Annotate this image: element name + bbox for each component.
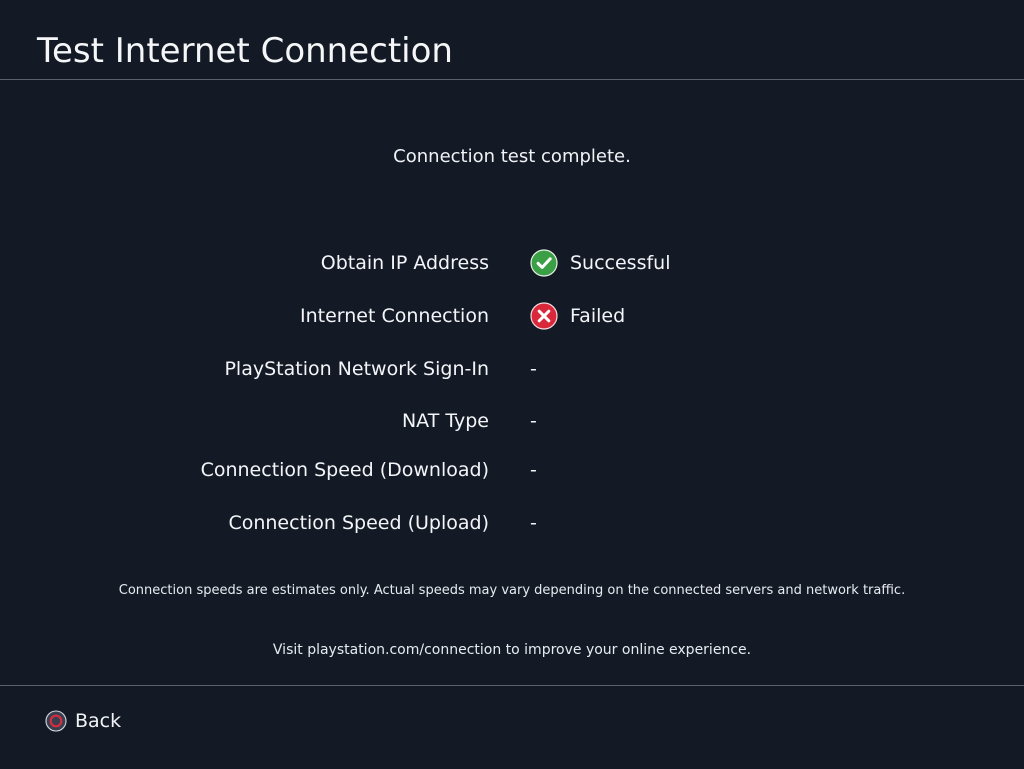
connection-help-note: Visit playstation.com/connection to impr… [272, 642, 752, 658]
result-value-internet-connection: Failed [570, 305, 626, 327]
speed-estimate-note: Connection speeds are estimates only. Ac… [118, 583, 906, 598]
result-value-connection-speed-upload: - [530, 512, 537, 534]
result-row-obtain-ip-address: Obtain IP Address Successful [0, 248, 1024, 278]
result-row-connection-speed-upload: Connection Speed (Upload) - [0, 508, 1024, 538]
back-button[interactable]: Back [45, 707, 121, 735]
result-label-nat-type: NAT Type [401, 410, 489, 432]
result-row-internet-connection: Internet Connection Failed [0, 301, 1024, 331]
result-value-obtain-ip-address: Successful [570, 252, 671, 274]
page-footer: Back [0, 685, 1024, 769]
result-value-nat-type: - [530, 410, 537, 432]
x-circle-icon [530, 302, 558, 330]
check-circle-icon [530, 249, 558, 277]
result-label-connection-speed-upload: Connection Speed (Upload) [228, 512, 489, 534]
circle-button-icon [45, 710, 67, 732]
test-internet-connection-screen: Test Internet Connection Connection test… [0, 0, 1024, 768]
result-label-internet-connection: Internet Connection [300, 305, 489, 327]
result-row-playstation-network-sign-in: PlayStation Network Sign-In - [0, 354, 1024, 384]
result-row-connection-speed-download: Connection Speed (Download) - [0, 455, 1024, 485]
result-label-playstation-network-sign-in: PlayStation Network Sign-In [224, 358, 489, 380]
result-row-nat-type: NAT Type - [0, 406, 1024, 436]
result-label-obtain-ip-address: Obtain IP Address [320, 252, 489, 274]
result-label-connection-speed-download: Connection Speed (Download) [200, 459, 489, 481]
result-value-connection-speed-download: - [530, 459, 537, 481]
back-label: Back [75, 710, 122, 732]
result-value-playstation-network-sign-in: - [530, 358, 537, 380]
